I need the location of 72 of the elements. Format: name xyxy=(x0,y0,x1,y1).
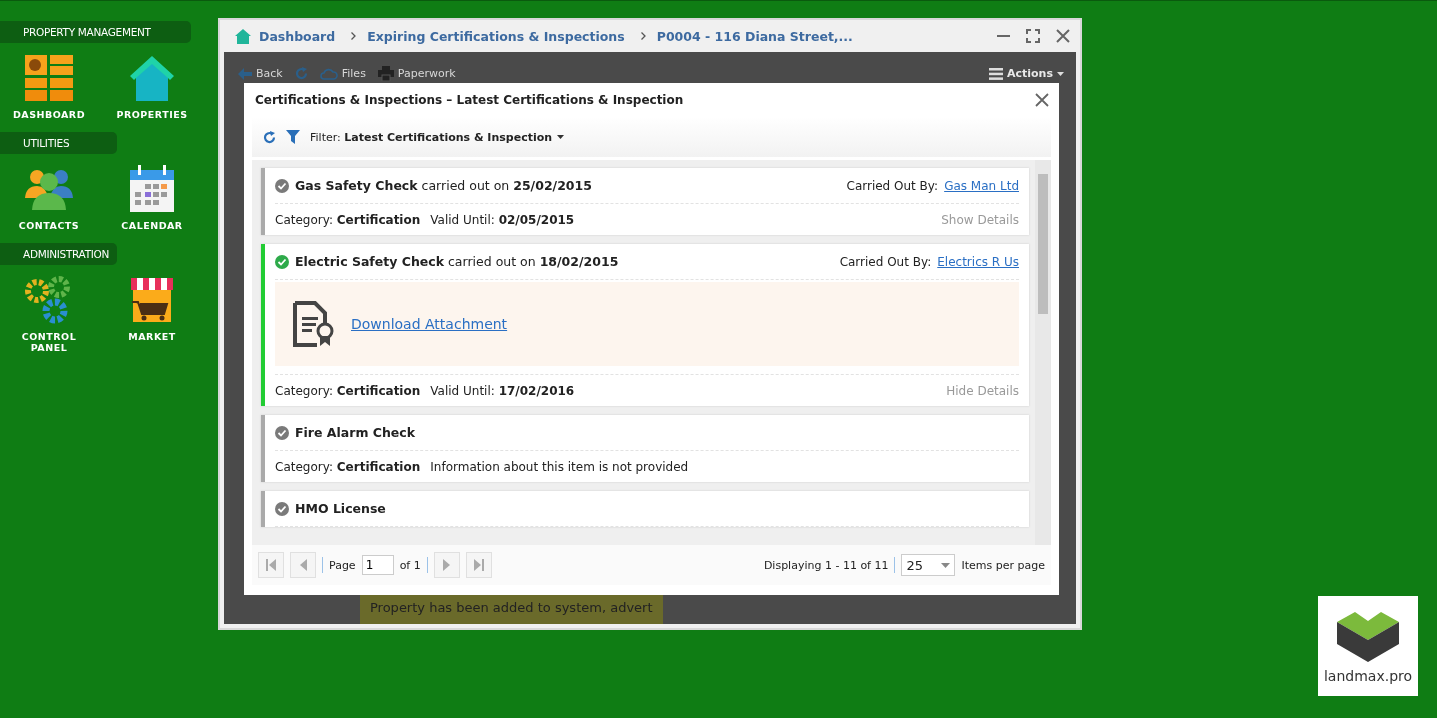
brand-logo: landmax.pro xyxy=(1318,596,1418,696)
page-size-select[interactable]: 25 xyxy=(901,554,956,576)
menu-icon[interactable] xyxy=(989,67,1003,80)
card-heading: HMO License xyxy=(295,501,386,516)
nav-label[interactable]: DASHBOARD xyxy=(12,109,86,120)
files-button[interactable]: Files xyxy=(319,67,366,80)
last-page-icon[interactable] xyxy=(473,559,484,571)
house-icon[interactable] xyxy=(128,53,176,103)
cloud-icon[interactable] xyxy=(319,67,338,80)
download-attachment-link[interactable]: Download Attachment xyxy=(351,316,508,332)
maximize-icon[interactable] xyxy=(1026,29,1040,43)
section-header: ADMINISTRATION xyxy=(0,243,117,265)
filter-dropdown[interactable]: Filter: Latest Certifications & Inspection xyxy=(310,130,565,144)
gears-icon[interactable] xyxy=(25,275,73,325)
category-text: Category: Certification xyxy=(275,459,421,474)
dashboard-icon[interactable] xyxy=(25,53,73,103)
filter-icon[interactable] xyxy=(286,130,300,144)
valid-until-text: Valid Until: 02/05/2015 xyxy=(430,212,575,227)
previous-page-button[interactable] xyxy=(290,552,316,578)
details-toggle-link[interactable]: Show Details xyxy=(941,212,1019,227)
refresh-icon[interactable] xyxy=(263,130,276,144)
breadcrumb-link[interactable]: Expiring Certifications & Inspections xyxy=(367,28,625,44)
nav-label[interactable]: CONTROL PANEL xyxy=(21,331,77,353)
first-page-icon[interactable] xyxy=(266,559,276,571)
calendar-icon[interactable] xyxy=(129,164,175,214)
valid-until-text: Information about this item is not provided xyxy=(430,459,689,474)
caret-down-icon[interactable] xyxy=(1057,71,1064,76)
first-page-button[interactable] xyxy=(258,552,284,578)
category-text: Category: Certification xyxy=(275,383,421,398)
page-count-text: of 1 xyxy=(399,558,421,572)
section-header: UTILITIES xyxy=(0,132,117,154)
card-heading: Gas Safety Check carried out on 25/02/2015 xyxy=(295,178,592,193)
page-label: Page xyxy=(329,558,356,572)
actions-menu-button[interactable]: Actions xyxy=(989,67,1064,80)
category-text: Category: Certification xyxy=(275,212,421,227)
home-icon[interactable] xyxy=(235,28,251,44)
close-icon[interactable] xyxy=(1056,29,1070,43)
carried-out-by-label: Carried Out By: xyxy=(846,178,939,193)
next-icon[interactable] xyxy=(443,559,451,571)
back-button[interactable]: Back xyxy=(238,67,283,80)
displaying-text: Displaying 1 - 11 of 11 xyxy=(763,558,889,572)
nav-label[interactable]: PROPERTIES xyxy=(116,109,188,120)
page-number-input[interactable]: 1 xyxy=(361,555,394,575)
items-per-page-label: Items per page xyxy=(961,558,1045,572)
details-toggle-link[interactable]: Hide Details xyxy=(946,383,1019,398)
dialog-title: Certifications & Inspections – Latest Certifications & Inspection xyxy=(255,93,684,107)
breadcrumb-link[interactable]: Dashboard xyxy=(259,28,336,44)
notification-text: Property has been added to system, advert xyxy=(360,594,663,624)
scrollbar[interactable] xyxy=(1035,160,1051,545)
paperwork-button[interactable]: Paperwork xyxy=(377,66,456,81)
previous-icon[interactable] xyxy=(299,559,307,571)
caret-down-icon[interactable] xyxy=(557,135,565,139)
carried-out-by-label: Carried Out By: xyxy=(839,254,932,269)
certificate-document-icon xyxy=(293,301,335,347)
shop-cart-icon[interactable] xyxy=(130,275,174,325)
close-icon[interactable] xyxy=(1035,93,1049,107)
last-page-button[interactable] xyxy=(465,552,492,578)
section-header: PROPERTY MANAGEMENT xyxy=(0,21,191,43)
next-page-button[interactable] xyxy=(433,552,460,578)
nav-label[interactable]: CONTACTS xyxy=(18,220,80,231)
card-heading: Fire Alarm Check xyxy=(295,425,416,440)
contractor-link[interactable]: Electrics R Us xyxy=(937,254,1019,269)
printer-icon[interactable] xyxy=(377,66,394,81)
chevron-right-icon xyxy=(351,32,357,40)
nav-label[interactable]: MARKET xyxy=(128,331,176,342)
back-arrow-icon[interactable] xyxy=(238,67,252,80)
nav-label[interactable]: CALENDAR xyxy=(121,220,183,231)
breadcrumb-link[interactable]: P0004 - 116 Diana Street,... xyxy=(656,28,853,44)
card-heading: Electric Safety Check carried out on 18/02/2015 xyxy=(295,254,619,269)
contractor-link[interactable]: Gas Man Ltd xyxy=(944,178,1019,193)
chevron-right-icon xyxy=(640,32,646,40)
valid-until-text: Valid Until: 17/02/2016 xyxy=(430,383,575,398)
